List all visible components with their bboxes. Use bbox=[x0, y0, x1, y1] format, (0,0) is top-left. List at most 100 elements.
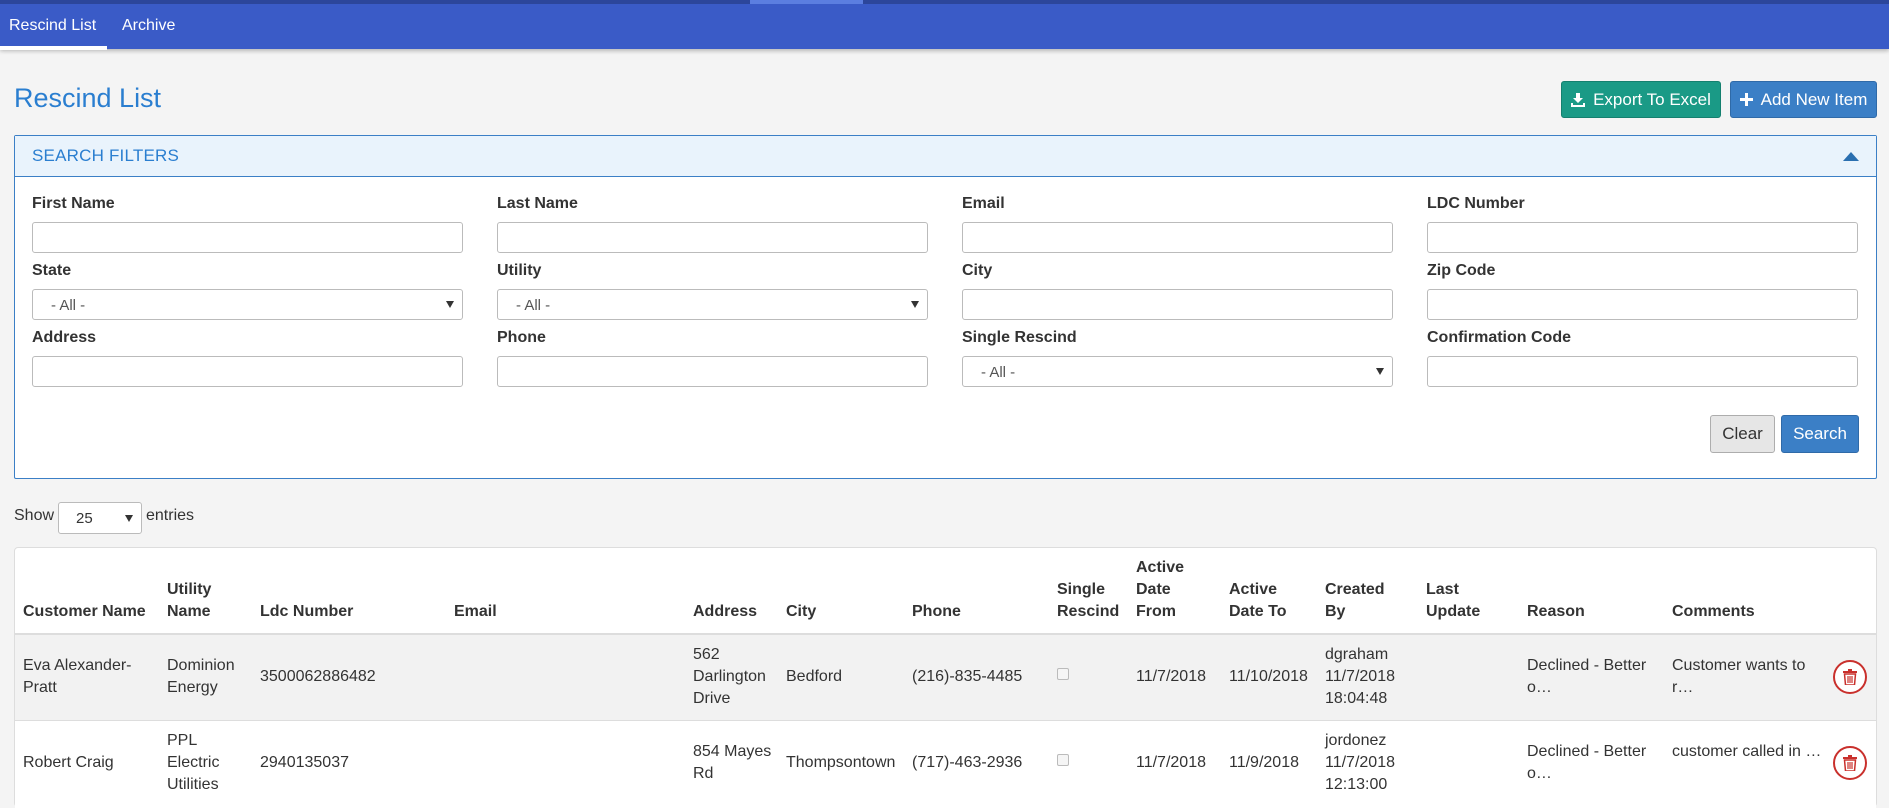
cell-city: Thompsontown bbox=[786, 754, 896, 771]
entries-select-value: 25 bbox=[76, 510, 93, 527]
city-input[interactable] bbox=[962, 289, 1393, 320]
cell-customer-name: Eva Alexander-Pratt bbox=[23, 657, 132, 696]
chevron-down-icon bbox=[125, 515, 133, 522]
first-name-input[interactable] bbox=[32, 222, 463, 253]
cell-phone: (717)-463-2936 bbox=[912, 754, 1023, 771]
entries-label: entries bbox=[146, 507, 195, 524]
delete-button[interactable] bbox=[1833, 660, 1867, 694]
ldc-number-input[interactable] bbox=[1427, 222, 1858, 253]
header-active-date-from[interactable]: Active Date From bbox=[1136, 557, 1198, 623]
cell-created-by-date: 11/7/2018 bbox=[1325, 754, 1395, 771]
single-rescind-select-value: - All - bbox=[981, 364, 1016, 381]
header-comments[interactable]: Comments bbox=[1672, 601, 1755, 623]
search-button[interactable]: Search bbox=[1781, 415, 1859, 453]
cell-comments: Customer wants to r… bbox=[1672, 657, 1806, 696]
caret-up-icon[interactable] bbox=[1843, 152, 1859, 161]
cell-ldc-number: 2940135037 bbox=[260, 754, 349, 771]
top-nav-bar: Rescind List Archive bbox=[0, 0, 1889, 50]
header-utility-name[interactable]: Utility Name bbox=[167, 579, 247, 623]
cell-phone: (216)-835-4485 bbox=[912, 668, 1023, 685]
header-address[interactable]: Address bbox=[693, 601, 757, 623]
phone-label: Phone bbox=[497, 329, 546, 346]
cell-active-date-from: 11/7/2018 bbox=[1136, 668, 1206, 685]
email-input[interactable] bbox=[962, 222, 1393, 253]
cell-reason: Declined - Better o… bbox=[1527, 743, 1647, 782]
cell-active-date-to: 11/9/2018 bbox=[1229, 754, 1299, 771]
cell-utility-name: Dominion Energy bbox=[167, 657, 235, 696]
header-created-by[interactable]: Created By bbox=[1325, 579, 1395, 623]
email-label: Email bbox=[962, 195, 1005, 212]
table-row: Robert Craig PPL Electric Utilities 2940… bbox=[15, 720, 1876, 808]
cell-created-by-user: dgraham bbox=[1325, 646, 1389, 663]
download-icon bbox=[1571, 92, 1586, 107]
zip-code-input[interactable] bbox=[1427, 289, 1858, 320]
header-email[interactable]: Email bbox=[454, 601, 497, 623]
tab-archive[interactable]: Archive bbox=[122, 17, 175, 35]
utility-select-value: - All - bbox=[516, 297, 551, 314]
cell-active-date-to: 11/10/2018 bbox=[1229, 668, 1308, 685]
rescind-table: Customer Name Utility Name Ldc Number Em… bbox=[14, 547, 1877, 808]
header-ldc-number[interactable]: Ldc Number bbox=[260, 601, 353, 623]
header-customer-name[interactable]: Customer Name bbox=[23, 601, 146, 623]
trash-icon bbox=[1843, 669, 1857, 685]
state-select-value: - All - bbox=[51, 297, 86, 314]
last-name-input[interactable] bbox=[497, 222, 928, 253]
cell-created-by-date: 11/7/2018 bbox=[1325, 668, 1395, 685]
cell-ldc-number: 3500062886482 bbox=[260, 668, 376, 685]
table-row: Eva Alexander-Pratt Dominion Energy 3500… bbox=[15, 635, 1876, 720]
first-name-label: First Name bbox=[32, 195, 115, 212]
page-title: Rescind List bbox=[14, 83, 162, 113]
state-select[interactable]: - All - bbox=[32, 289, 463, 320]
address-label: Address bbox=[32, 329, 97, 346]
cell-active-date-from: 11/7/2018 bbox=[1136, 754, 1206, 771]
plus-icon bbox=[1739, 93, 1753, 106]
cell-created-by-user: jordonez bbox=[1325, 732, 1387, 749]
entries-per-page-select[interactable]: 25 bbox=[58, 502, 142, 534]
nav-accent bbox=[750, 0, 863, 4]
cell-address: 562 Darlington Drive bbox=[693, 646, 766, 707]
address-input[interactable] bbox=[32, 356, 463, 387]
zip-code-label: Zip Code bbox=[1427, 262, 1496, 279]
utility-select[interactable]: - All - bbox=[497, 289, 928, 320]
single-rescind-label: Single Rescind bbox=[962, 329, 1077, 346]
utility-label: Utility bbox=[497, 262, 542, 279]
cell-created-by-time: 18:04:48 bbox=[1325, 690, 1388, 707]
header-city[interactable]: City bbox=[786, 601, 816, 623]
header-single-rescind[interactable]: Single Rescind bbox=[1057, 579, 1127, 623]
chevron-down-icon bbox=[911, 301, 919, 308]
confirmation-code-input[interactable] bbox=[1427, 356, 1858, 387]
search-filters-title: SEARCH FILTERS bbox=[32, 146, 180, 165]
chevron-down-icon bbox=[1376, 368, 1384, 375]
add-new-item-button[interactable]: Add New Item bbox=[1730, 81, 1877, 118]
cell-created-by-time: 12:13:00 bbox=[1325, 776, 1388, 793]
active-tab-indicator bbox=[0, 46, 107, 50]
show-label: Show bbox=[14, 507, 55, 524]
tab-rescind-list[interactable]: Rescind List bbox=[9, 17, 96, 35]
city-label: City bbox=[962, 262, 993, 279]
single-rescind-checkbox[interactable] bbox=[1057, 754, 1069, 766]
clear-button[interactable]: Clear bbox=[1710, 415, 1775, 453]
last-name-label: Last Name bbox=[497, 195, 578, 212]
export-to-excel-button[interactable]: Export To Excel bbox=[1561, 81, 1721, 118]
delete-button[interactable] bbox=[1833, 746, 1867, 780]
cell-address: 854 Mayes Rd bbox=[693, 743, 772, 782]
ldc-number-label: LDC Number bbox=[1427, 195, 1525, 212]
export-label: Export To Excel bbox=[1593, 89, 1711, 109]
search-filters-header[interactable]: SEARCH FILTERS bbox=[15, 136, 1876, 177]
state-label: State bbox=[32, 262, 72, 279]
header-reason[interactable]: Reason bbox=[1527, 601, 1585, 623]
phone-input[interactable] bbox=[497, 356, 928, 387]
add-label: Add New Item bbox=[1760, 89, 1868, 109]
cell-utility-name: PPL Electric Utilities bbox=[167, 732, 220, 793]
cell-comments: customer called in … bbox=[1672, 743, 1822, 760]
chevron-down-icon bbox=[446, 301, 454, 308]
cell-customer-name: Robert Craig bbox=[23, 754, 114, 771]
header-phone[interactable]: Phone bbox=[912, 601, 961, 623]
header-active-date-to[interactable]: Active Date To bbox=[1229, 579, 1291, 623]
trash-icon bbox=[1843, 755, 1857, 771]
confirmation-code-label: Confirmation Code bbox=[1427, 329, 1571, 346]
single-rescind-checkbox[interactable] bbox=[1057, 668, 1069, 680]
header-last-update[interactable]: Last Update bbox=[1426, 579, 1488, 623]
cell-city: Bedford bbox=[786, 668, 843, 685]
single-rescind-select[interactable]: - All - bbox=[962, 356, 1393, 387]
